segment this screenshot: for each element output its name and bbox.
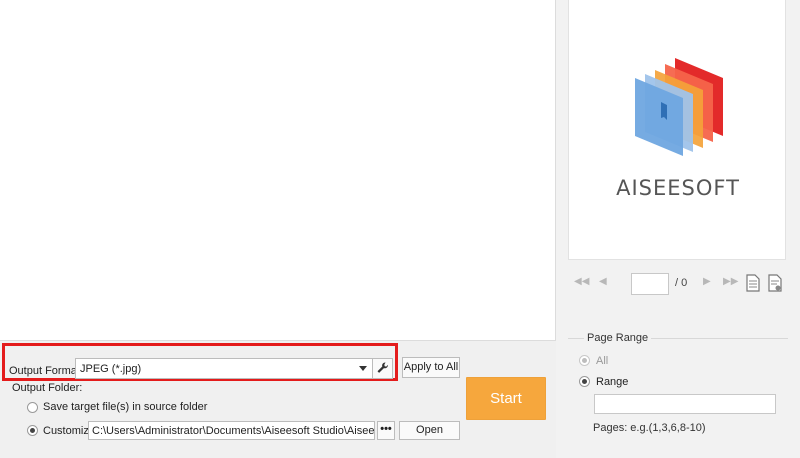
document-icon[interactable]	[746, 274, 760, 292]
page-number-input[interactable]	[631, 273, 669, 295]
browse-button[interactable]: •••	[377, 421, 395, 440]
output-path-field[interactable]: C:\Users\Administrator\Documents\Aiseeso…	[88, 421, 375, 440]
first-page-icon[interactable]: ◀◀	[574, 276, 589, 287]
all-pages-radio[interactable]	[579, 355, 590, 366]
apply-to-all-button[interactable]: Apply to All	[402, 357, 460, 378]
output-format-value: JPEG (*.jpg)	[80, 363, 142, 375]
output-format-select[interactable]: JPEG (*.jpg)	[75, 358, 373, 379]
range-input[interactable]	[594, 394, 776, 414]
next-page-icon[interactable]: ▶	[703, 276, 711, 287]
document-settings-icon[interactable]	[768, 274, 782, 292]
logo-icon	[635, 58, 723, 156]
all-pages-label: All	[596, 355, 609, 367]
output-settings-panel: Output Format: JPEG (*.jpg) Apply to All…	[0, 340, 556, 458]
wrench-icon	[377, 362, 388, 373]
open-folder-button[interactable]: Open	[399, 421, 460, 440]
customize-radio[interactable]	[27, 425, 38, 436]
last-page-icon[interactable]: ▶▶	[723, 276, 738, 287]
preview-navigation: ◀◀ ◀ / 0 ▶ ▶▶	[572, 272, 792, 296]
output-folder-label: Output Folder:	[12, 382, 83, 394]
format-settings-button[interactable]	[372, 358, 393, 379]
start-button[interactable]: Start	[466, 377, 546, 420]
output-format-label: Output Format:	[9, 365, 83, 377]
right-panel: AISEESOFT ◀◀ ◀ / 0 ▶ ▶▶ Page Range All R…	[556, 0, 800, 458]
preview-area: AISEESOFT	[568, 0, 786, 260]
output-format-highlight: Output Format: JPEG (*.jpg)	[2, 343, 398, 381]
save-source-radio[interactable]	[27, 402, 38, 413]
file-list-area[interactable]	[0, 0, 556, 340]
aiseesoft-logo	[625, 48, 735, 158]
pages-hint: Pages: e.g.(1,3,6,8-10)	[593, 422, 706, 434]
range-radio[interactable]	[579, 376, 590, 387]
range-label: Range	[596, 376, 629, 388]
chevron-down-icon	[359, 366, 367, 371]
page-total: / 0	[675, 277, 688, 289]
page-range-group: Page Range All Range Pages: e.g.(1,3,6,8…	[568, 332, 788, 458]
logo-wordmark: AISEESOFT	[616, 176, 740, 200]
save-source-label: Save target file(s) in source folder	[43, 401, 208, 413]
page-range-title: Page Range	[584, 332, 652, 344]
prev-page-icon[interactable]: ◀	[599, 276, 607, 287]
